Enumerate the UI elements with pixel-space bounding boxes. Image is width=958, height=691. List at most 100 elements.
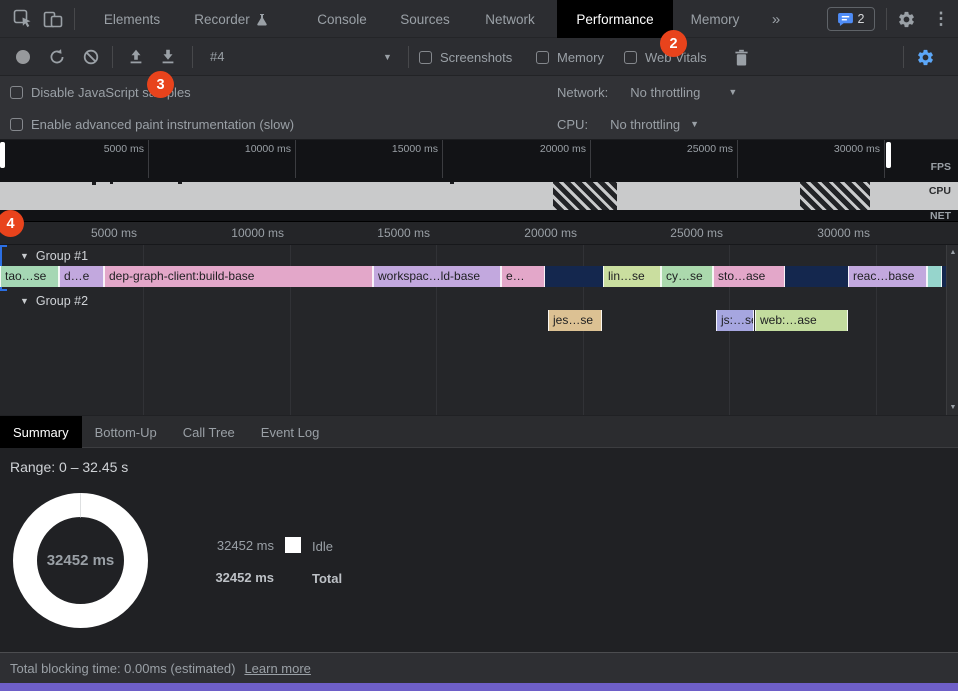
panel-settings-gear-icon[interactable] [912,38,938,76]
divider [112,46,113,68]
more-tabs-chevron: » [772,11,780,28]
checkbox-box[interactable] [10,118,23,131]
total-label: Total [312,571,342,586]
group-1-header[interactable]: Group #1 [20,247,88,265]
ruler-tick-label: 10000 ms [219,143,291,155]
overview-left-handle[interactable] [0,142,5,168]
settings-gear-icon[interactable] [893,0,919,38]
disclosure-triangle-icon[interactable] [20,296,29,306]
ruler-tick-label: 30000 ms [790,226,870,240]
tab-label: Network [485,12,535,27]
history-caret-icon[interactable]: ▼ [383,38,392,76]
checkbox-label: Memory [557,50,604,65]
tab-sources[interactable]: Sources [377,0,473,38]
learn-more-link[interactable]: Learn more [244,661,310,676]
screenshots-checkbox[interactable]: Screenshots [419,38,512,76]
gridline [295,140,296,178]
dropdown-caret-icon: ▼ [728,87,737,97]
dropdown-caret-icon: ▼ [690,119,699,129]
details-tabbar: Summary Bottom-Up Call Tree Event Log [0,416,958,448]
inspect-element-icon[interactable] [10,0,36,38]
checkbox-box[interactable] [419,51,432,64]
group-2-header[interactable]: Group #2 [20,292,88,310]
ruler-tick-label: 20000 ms [514,143,586,155]
gridline [884,140,885,178]
more-tabs-button[interactable]: » [760,0,792,38]
history-select[interactable]: #4 [210,38,224,76]
task-bar[interactable]: cy…se [661,266,713,287]
overview-right-handle[interactable] [886,142,891,168]
idle-swatch [285,537,301,553]
blocking-time-footer: Total blocking time: 0.00ms (estimated) … [0,652,958,683]
tab-label: Sources [400,12,450,27]
task-bar[interactable]: lin…se [603,266,661,287]
task-bar[interactable]: sto…ase [713,266,785,287]
vertical-scrollbar[interactable]: ▲ ▼ [946,245,958,415]
checkbox-box[interactable] [536,51,549,64]
tab-summary[interactable]: Summary [0,416,82,448]
record-button[interactable] [10,38,36,76]
task-bar[interactable]: workspac…ld-base [373,266,501,287]
cpu-label: CPU: [557,117,588,132]
task-bar[interactable]: tao…se [0,266,59,287]
memory-checkbox[interactable]: Memory [536,38,604,76]
flame-ruler: 5000 ms 10000 ms 15000 ms 20000 ms 25000… [0,222,958,245]
tab-recorder[interactable]: Recorder [180,0,282,38]
task-bar[interactable]: e… [501,266,545,287]
tab-performance[interactable]: Performance [557,0,673,38]
cpu-activity-notch [450,182,454,184]
tab-console[interactable]: Console [294,0,390,38]
experiment-flask-icon [256,13,268,26]
issues-button[interactable]: 2 [827,7,875,31]
tab-event-log[interactable]: Event Log [248,416,333,448]
step-badge-2: 2 [660,30,687,57]
reload-icon [48,48,66,66]
tab-elements[interactable]: Elements [84,0,180,38]
cpu-activity-band[interactable]: CPU [0,182,958,210]
delete-recording-button[interactable] [728,38,754,76]
task-bar[interactable]: web:…ase [755,310,848,331]
task-bar[interactable]: jes…se [548,310,602,331]
tab-network[interactable]: Network [462,0,558,38]
checkbox-label: Screenshots [440,50,512,65]
task-bar[interactable]: reac…base [848,266,927,287]
cpu-throttling-select[interactable]: CPU: No throttling ▼ [557,108,699,140]
ruler-tick-label: 20000 ms [497,226,577,240]
task-bar[interactable]: dep-graph-client:build-base [104,266,373,287]
disclosure-triangle-icon[interactable] [20,251,29,261]
device-toolbar-icon[interactable] [40,0,66,38]
task-bar[interactable] [927,266,942,287]
tab-label: Elements [104,12,160,27]
scroll-down-icon[interactable]: ▼ [947,404,958,411]
step-badge-3: 3 [147,71,174,98]
flame-chart[interactable]: 5000 ms 10000 ms 15000 ms 20000 ms 25000… [0,222,958,415]
download-icon [159,48,177,66]
trash-icon [734,49,749,66]
cpu-idle-hatch [800,182,870,210]
idle-value: 32452 ms [204,538,274,553]
task-bar[interactable]: js:…se [716,310,754,331]
tab-bottom-up[interactable]: Bottom-Up [82,416,170,448]
cpu-activity-notch [92,182,96,185]
scroll-up-icon[interactable]: ▲ [947,249,958,256]
ruler-tick-label: 10000 ms [204,226,284,240]
tab-memory[interactable]: Memory [673,0,757,38]
timeline-overview[interactable]: 5000 ms 10000 ms 15000 ms 20000 ms 25000… [0,140,958,222]
checkbox-box[interactable] [624,51,637,64]
tab-call-tree[interactable]: Call Tree [170,416,248,448]
capture-settings: Disable JavaScript samples Network: No t… [0,76,958,140]
kebab-menu-icon[interactable]: ⋮ [928,0,954,38]
clear-button[interactable] [78,38,104,76]
tab-label: Bottom-Up [95,425,157,440]
ruler-tick-label: 30000 ms [808,143,880,155]
cpu-idle-hatch [553,182,617,210]
ruler-tick-label: 5000 ms [72,143,144,155]
network-throttling-select[interactable]: Network: No throttling ▼ [557,76,737,108]
reload-record-button[interactable] [44,38,70,76]
load-profile-button[interactable] [123,38,149,76]
group-label: Group #2 [36,294,88,308]
task-bar[interactable]: d…e [59,266,104,287]
checkbox-box[interactable] [10,86,23,99]
advanced-paint-checkbox[interactable]: Enable advanced paint instrumentation (s… [10,108,294,140]
network-label: Network: [557,85,608,100]
